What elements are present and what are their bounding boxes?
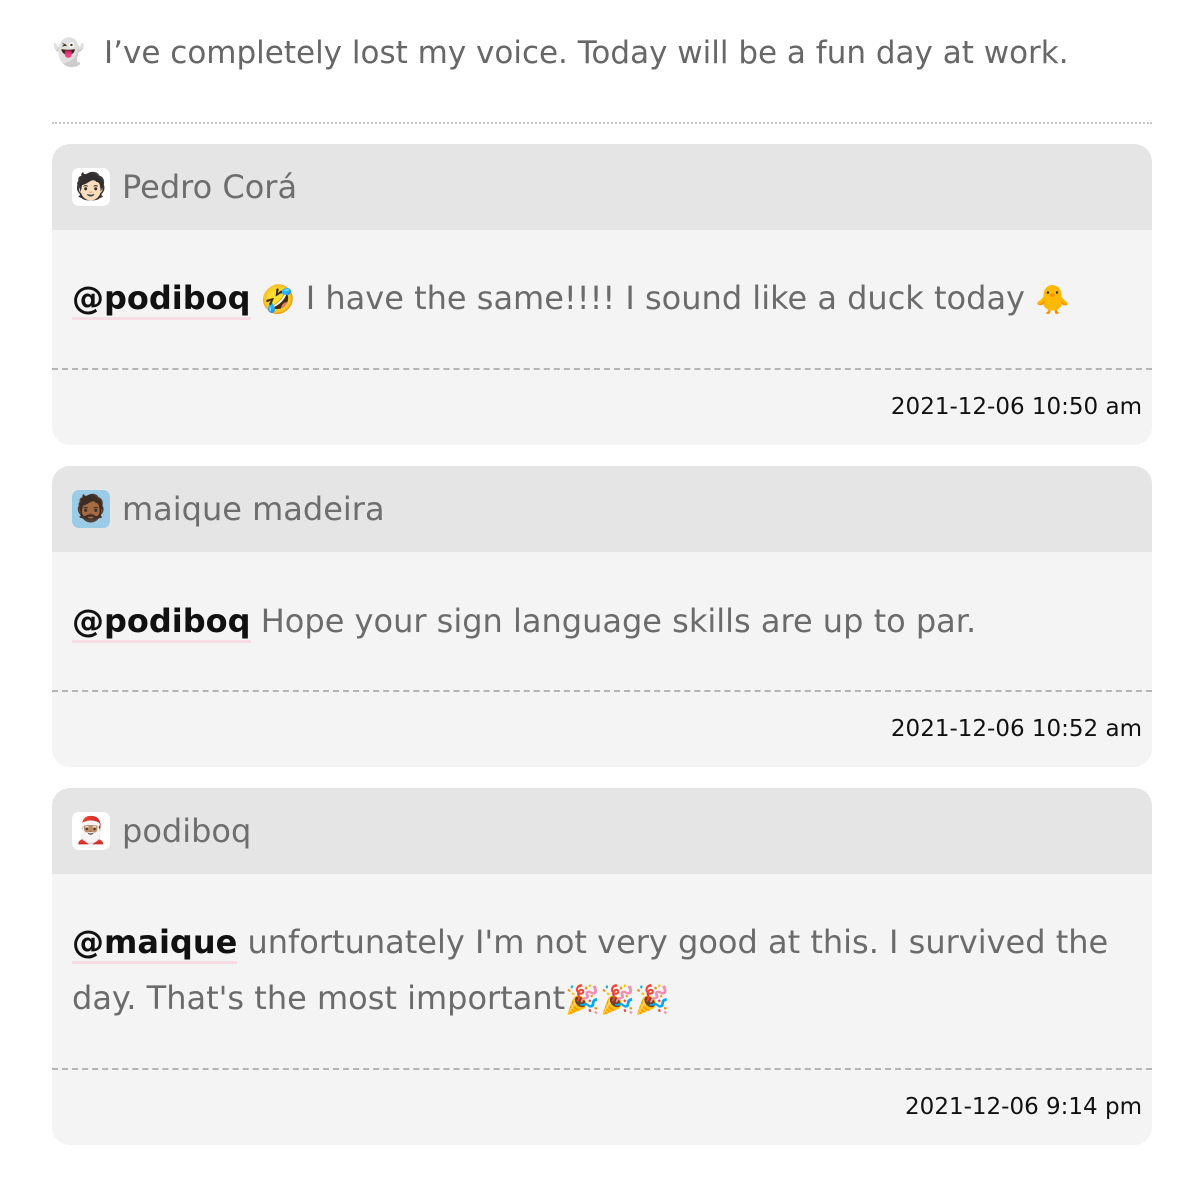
comment-card: 🧑🏻 Pedro Corá @podiboq 🤣 I have the same… <box>52 144 1152 445</box>
rofl-emoji: 🤣 <box>260 283 296 316</box>
avatar-emoji: 🎅🏽 <box>74 816 108 846</box>
chick-emoji: 🐥 <box>1035 283 1071 316</box>
comment-header: 🎅🏽 podiboq <box>52 788 1152 874</box>
author-name[interactable]: Pedro Corá <box>122 168 297 206</box>
author-name[interactable]: maique madeira <box>122 490 385 528</box>
comment-text: I have the same!!!! I sound like a duck … <box>305 279 1036 317</box>
avatar-emoji: 🧔🏾 <box>74 494 108 524</box>
comment-header: 🧔🏾 maique madeira <box>52 466 1152 552</box>
post-text: I’ve completely lost my voice. Today wil… <box>104 35 1069 71</box>
comment-text: Hope your sign language skills are up to… <box>250 602 977 640</box>
author-name[interactable]: podiboq <box>122 812 251 850</box>
timestamp[interactable]: 2021-12-06 10:50 am <box>52 370 1152 444</box>
comment-card: 🧔🏾 maique madeira @podiboq Hope your sig… <box>52 466 1152 767</box>
comment-header: 🧑🏻 Pedro Corá <box>52 144 1152 230</box>
avatar-emoji: 🧑🏻 <box>74 172 108 202</box>
timestamp[interactable]: 2021-12-06 9:14 pm <box>52 1070 1152 1144</box>
ghost-icon: 👻 <box>52 38 86 68</box>
comment-body: @podiboq 🤣 I have the same!!!! I sound l… <box>52 230 1152 368</box>
divider <box>52 122 1152 124</box>
avatar[interactable]: 🎅🏽 <box>72 812 110 850</box>
mention-link[interactable]: @maique <box>72 923 238 964</box>
mention-link[interactable]: @podiboq <box>72 602 251 643</box>
post-text-row: 👻 I’ve completely lost my voice. Today w… <box>52 28 1152 78</box>
comment-body: @maique unfortunately I'm not very good … <box>52 874 1152 1068</box>
comment-body: @podiboq Hope your sign language skills … <box>52 552 1152 690</box>
comment-card: 🎅🏽 podiboq @maique unfortunately I'm not… <box>52 788 1152 1145</box>
avatar[interactable]: 🧔🏾 <box>72 490 110 528</box>
party-popper-emoji: 🎉🎉🎉 <box>565 983 670 1016</box>
avatar[interactable]: 🧑🏻 <box>72 168 110 206</box>
timestamp[interactable]: 2021-12-06 10:52 am <box>52 692 1152 766</box>
mention-link[interactable]: @podiboq <box>72 279 251 320</box>
